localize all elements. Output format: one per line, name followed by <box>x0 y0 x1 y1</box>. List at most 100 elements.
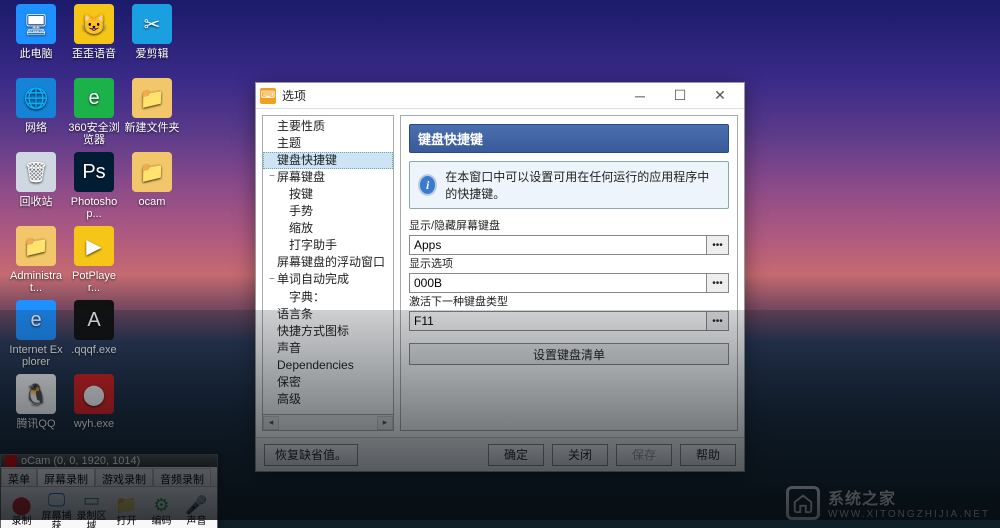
desktop-icon[interactable]: e360安全浏览器 <box>66 78 122 146</box>
tree-node[interactable]: 主题 <box>263 135 393 152</box>
nav-tree[interactable]: 主要性质主题键盘快捷键−屏幕键盘按键手势缩放打字助手屏幕键盘的浮动窗口−单词自动… <box>262 115 394 415</box>
icon-label: 爱剪辑 <box>124 48 180 60</box>
close-button[interactable]: ✕ <box>700 84 740 108</box>
tool-icon: ⚙ <box>149 494 175 516</box>
desktop-icon[interactable]: 🗑回收站 <box>8 152 64 208</box>
ocam-tool-button[interactable]: 🖵屏幕捕获 <box>40 489 73 528</box>
tree-node-label: 单词自动完成 <box>277 272 349 286</box>
icon-label: 新建文件夹 <box>124 122 180 134</box>
app-icon: 🗑 <box>16 152 56 192</box>
info-text: 在本窗口中可以设置可用在任何运行的应用程序中的快捷键。 <box>445 168 720 202</box>
field-label: 显示选项 <box>409 255 729 271</box>
app-icon: e <box>16 300 56 340</box>
icon-label: 网络 <box>8 122 64 134</box>
hotkey-field: 显示选项 ••• <box>409 255 729 293</box>
desktop-icon[interactable]: PsPhotoshop... <box>66 152 122 220</box>
icon-label: Internet Explorer <box>8 344 64 368</box>
tree-node[interactable]: 键盘快捷键 <box>263 152 393 169</box>
ocam-app-icon <box>5 455 17 467</box>
tool-icon: 📁 <box>114 494 140 516</box>
tool-icon: ⬤ <box>9 494 35 516</box>
ocam-tab[interactable]: 菜单 <box>1 468 37 486</box>
tree-node[interactable]: 主要性质 <box>263 118 393 135</box>
ocam-tool-button[interactable]: ▭录制区域 <box>75 489 108 528</box>
scroll-left-button[interactable]: ◂ <box>263 416 279 430</box>
ocam-tab[interactable]: 音频录制 <box>153 468 211 486</box>
help-button[interactable]: 帮助 <box>680 444 736 466</box>
desktop-icon[interactable]: 📁 新建文件夹 <box>124 78 180 134</box>
tree-node[interactable]: −屏幕键盘 <box>263 169 393 186</box>
options-dialog: ⌨ 选项 ─ ☐ ✕ 主要性质主题键盘快捷键−屏幕键盘按键手势缩放打字助手屏幕键… <box>255 82 745 472</box>
desktop-icon[interactable]: 🐧腾讯QQ <box>8 374 64 430</box>
desktop-icon[interactable]: 📁ocam <box>124 152 180 208</box>
ocam-tool-button[interactable]: ⬤录制 <box>5 494 38 527</box>
app-icon: ⌨ <box>260 88 276 104</box>
tree-node-label: 主要性质 <box>277 119 325 133</box>
desktop-icon[interactable]: e Internet Explorer <box>8 300 64 368</box>
desktop-icon[interactable]: A.qqqf.exe <box>66 300 122 356</box>
configure-keyboard-list-button[interactable]: 设置键盘清单 <box>409 343 729 365</box>
desktop-icon[interactable]: 😺歪歪语音 <box>66 4 122 60</box>
tree-node[interactable]: 手势 <box>263 203 393 220</box>
ocam-tab[interactable]: 游戏录制 <box>95 468 153 486</box>
ocam-tool-button[interactable]: 🎤声音 <box>180 494 213 527</box>
tree-node-label: 屏幕键盘的浮动窗口 <box>277 255 385 269</box>
tree-node-label: 主题 <box>277 136 301 150</box>
tree-node[interactable]: 缩放 <box>263 220 393 237</box>
tree-node-label: 屏幕键盘 <box>277 170 325 184</box>
ocam-tool-button[interactable]: 📁打开 <box>110 494 143 527</box>
maximize-button[interactable]: ☐ <box>660 84 700 108</box>
tree-node-label: 键盘快捷键 <box>277 153 337 167</box>
tree-node[interactable]: 快捷方式图标 <box>263 323 393 340</box>
ocam-titlebar[interactable]: oCam (0, 0, 1920, 1014) <box>1 455 217 467</box>
tree-node[interactable]: 屏幕键盘的浮动窗口 <box>263 254 393 271</box>
desktop-icon[interactable]: ✂爱剪辑 <box>124 4 180 60</box>
tool-label: 编码 <box>145 517 178 527</box>
ok-button[interactable]: 确定 <box>488 444 544 466</box>
app-icon: 📁 <box>16 226 56 266</box>
desktop-icon[interactable]: ⬤wyh.exe <box>66 374 122 430</box>
content-panel: 键盘快捷键 i 在本窗口中可以设置可用在任何运行的应用程序中的快捷键。 显示/隐… <box>400 115 738 431</box>
save-button[interactable]: 保存 <box>616 444 672 466</box>
desktop-icon[interactable]: 🖥此电脑 <box>8 4 64 60</box>
app-icon: ⬤ <box>74 374 114 414</box>
scroll-right-button[interactable]: ▸ <box>377 416 393 430</box>
restore-defaults-button[interactable]: 恢复缺省值。 <box>264 444 358 466</box>
tool-icon: 🖵 <box>44 489 70 511</box>
app-icon: 📁 <box>132 78 172 118</box>
tree-node-label: 语言条 <box>277 307 313 321</box>
browse-button[interactable]: ••• <box>707 273 729 293</box>
tree-node[interactable]: 保密 <box>263 374 393 391</box>
desktop-icon[interactable]: ▶PotPlayer... <box>66 226 122 294</box>
tree-panel: 主要性质主题键盘快捷键−屏幕键盘按键手势缩放打字助手屏幕键盘的浮动窗口−单词自动… <box>262 115 394 431</box>
tree-node[interactable]: 声音 <box>263 340 393 357</box>
tree-scrollbar[interactable]: ◂ ▸ <box>262 415 394 431</box>
icon-label: Administrat... <box>8 270 64 294</box>
tree-node[interactable]: 高级 <box>263 391 393 408</box>
desktop-icon[interactable]: 📁 Administrat... <box>8 226 64 294</box>
tree-node-label: 按键 <box>289 187 313 201</box>
tree-node[interactable]: −单词自动完成 <box>263 271 393 288</box>
dialog-titlebar[interactable]: ⌨ 选项 ─ ☐ ✕ <box>256 83 744 109</box>
tree-node[interactable]: 打字助手 <box>263 237 393 254</box>
hotkey-field: 显示/隐藏屏幕键盘 ••• <box>409 217 729 255</box>
app-icon: 🖥 <box>16 4 56 44</box>
tree-node[interactable]: 语言条 <box>263 306 393 323</box>
icon-label: ocam <box>124 196 180 208</box>
ocam-tab[interactable]: 屏幕录制 <box>37 468 95 486</box>
hotkey-input[interactable] <box>409 273 707 293</box>
browse-button[interactable]: ••• <box>707 311 729 331</box>
tree-node[interactable]: 字典： <box>263 289 393 306</box>
tree-node[interactable]: 按键 <box>263 186 393 203</box>
hotkey-input[interactable] <box>409 235 707 255</box>
browse-button[interactable]: ••• <box>707 235 729 255</box>
minimize-button[interactable]: ─ <box>620 84 660 108</box>
close-dialog-button[interactable]: 关闭 <box>552 444 608 466</box>
expand-icon[interactable]: − <box>267 273 277 288</box>
expand-icon[interactable]: − <box>267 170 277 185</box>
ocam-tool-button[interactable]: ⚙编码 <box>145 494 178 527</box>
tree-node[interactable]: Dependencies <box>263 357 393 374</box>
desktop-icon[interactable]: 🌐网络 <box>8 78 64 134</box>
icon-label: 腾讯QQ <box>8 418 64 430</box>
hotkey-input[interactable] <box>409 311 707 331</box>
